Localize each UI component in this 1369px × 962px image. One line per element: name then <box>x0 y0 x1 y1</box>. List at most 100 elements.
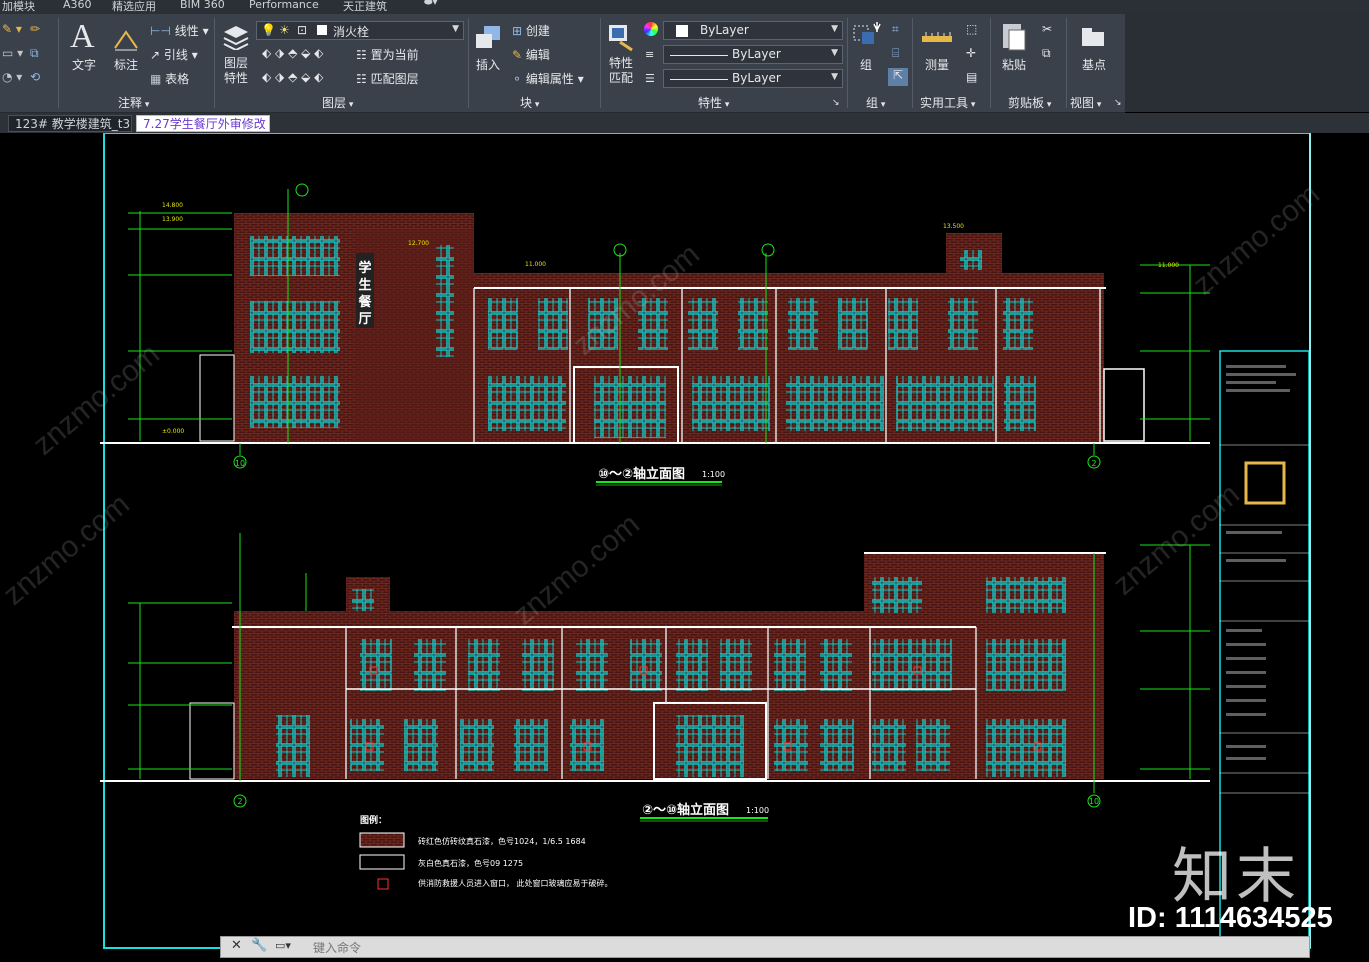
table-label: 表格 <box>165 72 190 86</box>
edit-attributes-icon: ⚬ <box>512 72 523 86</box>
dimension-icon <box>114 30 138 51</box>
edit-block-button[interactable]: ✎ 编辑 <box>512 46 550 63</box>
elevation-1-title: ⑩～②轴立面图 <box>598 466 685 482</box>
axis-label-e1-left: 10 <box>235 459 245 468</box>
menu-item-a360[interactable]: A360 <box>63 0 92 11</box>
color-swatch <box>676 25 688 37</box>
legend-item-3: 供消防救援人员进入窗口， 此处窗口玻璃应易于破碎。 <box>418 878 613 888</box>
insert-block-icon <box>476 26 500 48</box>
title-block-contents <box>1220 365 1309 794</box>
draw-icon-2[interactable]: ▭ ▾ <box>2 46 23 60</box>
level-3-label: 13.500 <box>943 223 964 230</box>
draw-icon-3[interactable]: ◔ ▾ <box>2 70 22 84</box>
linetype-dropdown-value: ByLayer <box>732 47 781 61</box>
chevron-down-icon: ▼ <box>831 72 838 82</box>
paste-icon <box>1003 24 1026 51</box>
close-icon[interactable]: ✕ <box>231 938 242 953</box>
panel-title-block[interactable]: 块 <box>520 94 539 110</box>
modify-icon-1[interactable]: ✏ <box>30 22 40 36</box>
separator <box>847 18 848 108</box>
paste-button-label: 粘贴 <box>1001 58 1026 72</box>
panel-launcher-icon[interactable]: ↘ <box>1114 98 1122 108</box>
copy-icon[interactable]: ⧉ <box>1042 46 1051 61</box>
axis-label-e2-left: 2 <box>237 797 242 806</box>
linetype-icon: ≡ <box>645 48 655 61</box>
modify-icon-3[interactable]: ⟲ <box>30 70 40 84</box>
panel-launcher-icon[interactable]: ↘ <box>832 98 840 108</box>
menu-overflow-icon[interactable]: ⬬▾ <box>424 0 438 8</box>
separator <box>600 18 601 108</box>
ungroup-icon[interactable]: ⌗ <box>892 22 899 37</box>
color-dropdown[interactable]: ByLayer ▼ <box>663 21 843 40</box>
linetype-preview <box>670 55 728 56</box>
panel-title-annotation[interactable]: 注释 <box>118 94 149 110</box>
dimension-button-label: 标注 <box>113 58 138 72</box>
cut-icon[interactable]: ✂ <box>1042 22 1052 36</box>
match-layer-button[interactable]: ☷ 匹配图层 <box>356 70 419 87</box>
elevation-1-scale: 1:100 <box>702 470 725 479</box>
sign-char-1: 学 <box>358 260 371 276</box>
command-history-icon[interactable]: ▭▾ <box>275 939 291 952</box>
panel-title-properties[interactable]: 特性 <box>698 94 729 110</box>
panel-title-clipboard[interactable]: 剪贴板 <box>1008 94 1051 110</box>
set-current-label: 置为当前 <box>370 48 419 62</box>
layer-tools-row-1[interactable]: ⬖ ⬗ ⬘ ⬙ ⬖ <box>262 46 323 60</box>
linear-dim-icon: ⊢⊣ <box>150 24 171 38</box>
modify-icon-2[interactable]: ⧉ <box>30 46 39 61</box>
layer-dropdown-value: 消火栓 <box>333 25 370 39</box>
level-top-label: 14.800 <box>162 202 183 209</box>
set-current-button[interactable]: ☷ 置为当前 <box>356 46 419 63</box>
menu-item-performance[interactable]: Performance <box>249 0 319 11</box>
edit-attributes-button[interactable]: ⚬ 编辑属性 ▾ <box>512 70 584 87</box>
match-properties-label: 特性 匹配 <box>608 56 633 85</box>
leader-button[interactable]: ↗ 引线 ▾ <box>150 46 198 63</box>
elevation-2-scale: 1:100 <box>746 806 769 815</box>
ribbon-empty-area <box>1125 14 1369 112</box>
separator <box>468 18 469 108</box>
point-icon[interactable]: ✛ <box>966 46 976 60</box>
panel-title-layers[interactable]: 图层 <box>322 94 353 110</box>
create-block-button[interactable]: ⊞ 创建 <box>512 22 550 39</box>
menu-item-featured[interactable]: 精选应用 <box>112 0 156 14</box>
menu-item-bim360[interactable]: BIM 360 <box>180 0 225 11</box>
panel-title-groups[interactable]: 组 <box>866 94 885 110</box>
elevation-1: 学 生 餐 厅 10 2 14.800 13.900 12.700 11.000… <box>100 183 1210 486</box>
separator <box>58 18 59 108</box>
wrench-icon[interactable]: 🔧 <box>251 938 267 953</box>
legend-item-1: 砖红色仿砖纹真石漆，色号1024，1/6.5 1684 <box>418 836 586 846</box>
color-dropdown-value: ByLayer <box>700 23 749 37</box>
panel-title-view[interactable]: 视图 <box>1070 94 1101 110</box>
linear-dim-button[interactable]: ⊢⊣ 线性 ▾ <box>150 22 209 39</box>
menu-item-tangent[interactable]: 天正建筑 <box>343 0 387 14</box>
group-select-icon[interactable]: ⇱ <box>888 68 908 86</box>
file-tab-1[interactable]: 123# 教学楼建筑_t3 <box>8 115 132 132</box>
calculator-icon[interactable]: ▤ <box>966 70 977 84</box>
sign-char-4: 厅 <box>358 312 371 327</box>
drawing-canvas[interactable]: 学 生 餐 厅 10 2 14.800 13.900 12.700 11.000… <box>0 133 1369 962</box>
menu-item-addins[interactable]: 加模块 <box>2 0 35 14</box>
insert-block-label: 插入 <box>475 58 500 72</box>
match-properties-icon <box>609 25 633 52</box>
panel-title-utilities[interactable]: 实用工具 <box>920 94 975 110</box>
elevation-2-title: ②～⑩轴立面图 <box>642 802 729 818</box>
table-button[interactable]: ▦ 表格 <box>150 70 189 87</box>
ribbon: ✎ ▾ ▭ ▾ ◔ ▾ ✏ ⧉ ⟲ A 文字 标注 ⊢⊣ 线性 ▾ ↗ 引线 ▾… <box>0 14 1125 113</box>
linetype-dropdown[interactable]: ByLayer ▼ <box>663 45 843 64</box>
command-line[interactable]: ✕ 🔧 ▭▾ 键入命令 <box>220 936 1310 958</box>
layer-stack-icon <box>223 26 249 50</box>
command-input[interactable]: 键入命令 <box>313 939 361 956</box>
create-block-icon: ⊞ <box>512 24 523 38</box>
quick-select-icon[interactable]: ⬚ <box>966 22 977 36</box>
layer-freeze-icon: ☀ <box>279 23 290 37</box>
legend-title: 图例： <box>360 814 387 826</box>
lineweight-preview <box>670 79 728 80</box>
lineweight-dropdown[interactable]: ByLayer ▼ <box>663 69 843 88</box>
measure-icon <box>922 32 952 42</box>
file-tab-2[interactable]: 7.27学生餐厅外审修改 <box>136 115 270 132</box>
group-icon <box>853 22 881 44</box>
draw-icon-1[interactable]: ✎ ▾ <box>2 22 22 36</box>
level-2-label: 12.700 <box>408 240 429 247</box>
layer-tools-row-2[interactable]: ⬖ ⬗ ⬘ ⬙ ⬖ <box>262 70 323 84</box>
group-edit-icon[interactable]: ⌸ <box>892 46 899 61</box>
layer-dropdown[interactable]: 💡 ☀ ⊡ 消火栓 ▼ <box>256 21 464 40</box>
